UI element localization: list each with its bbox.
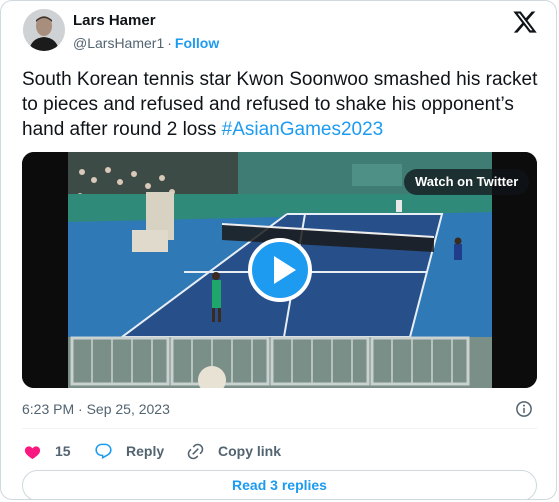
author-handle-row: @LarsHamer1 · Follow	[73, 35, 219, 51]
watch-on-twitter-button[interactable]: Watch on Twitter	[404, 169, 530, 195]
x-logo-icon[interactable]	[512, 9, 538, 35]
link-icon	[187, 443, 204, 459]
like-count: 15	[55, 443, 71, 459]
read-replies-button[interactable]: Read 3 replies	[22, 470, 537, 499]
reply-icon	[95, 443, 112, 459]
like-button[interactable]: 15	[23, 441, 71, 461]
author-handle[interactable]: @LarsHamer1	[73, 35, 164, 51]
action-divider	[22, 428, 537, 429]
reply-button[interactable]: Reply	[94, 441, 164, 461]
video-player[interactable]: Watch on Twitter	[22, 152, 537, 388]
author-name[interactable]: Lars Hamer	[73, 12, 156, 29]
hashtag-link[interactable]: #AsianGames2023	[222, 119, 384, 140]
tweet-timestamp[interactable]: 6:23 PM · Sep 25, 2023	[22, 401, 170, 417]
tweet-card: Lars Hamer @LarsHamer1 · Follow South Kore…	[0, 0, 557, 500]
follow-button[interactable]: Follow	[175, 35, 219, 51]
info-icon[interactable]	[515, 400, 533, 418]
author-avatar[interactable]	[23, 9, 65, 51]
tweet-text: South Korean tennis star Kwon Soonwoo sm…	[22, 67, 542, 142]
copy-link-button[interactable]: Copy link	[186, 441, 281, 461]
heart-icon	[24, 445, 41, 459]
copy-link-label: Copy link	[218, 443, 282, 459]
play-icon[interactable]	[248, 238, 312, 302]
reply-label: Reply	[126, 443, 165, 459]
handle-separator: ·	[167, 35, 172, 51]
